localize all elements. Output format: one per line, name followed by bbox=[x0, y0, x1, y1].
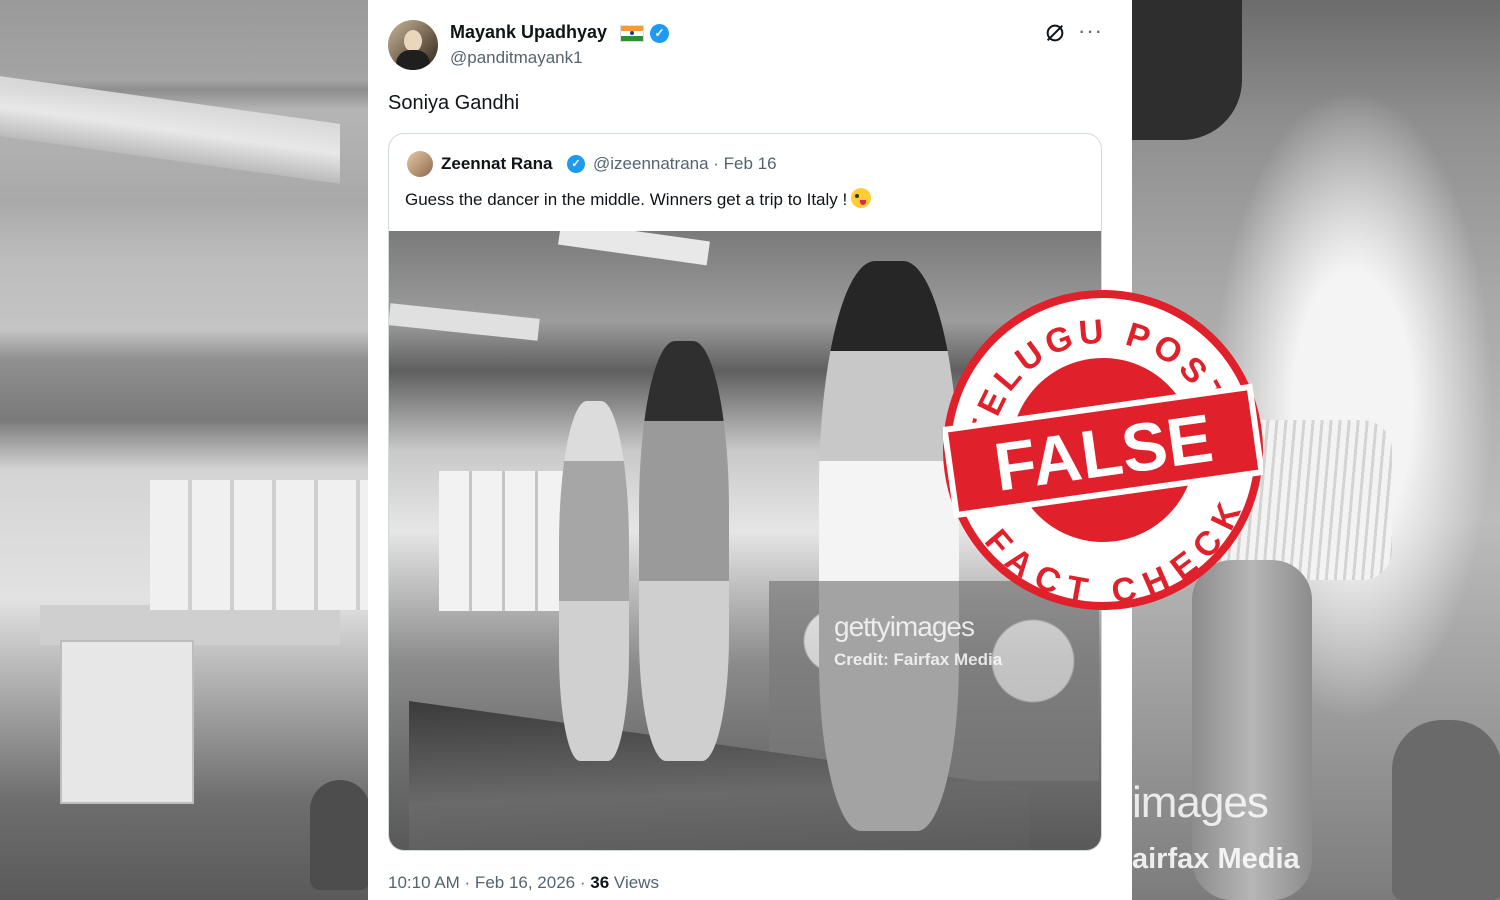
quoted-tweet-text: Guess the dancer in the middle. Winners … bbox=[405, 190, 848, 209]
views-label: Views bbox=[613, 873, 659, 892]
avatar-body bbox=[396, 50, 430, 70]
bar-sign-header bbox=[40, 605, 340, 645]
tweet-text: Soniya Gandhi bbox=[388, 92, 520, 114]
patron-figure bbox=[1392, 720, 1500, 900]
window bbox=[150, 480, 370, 610]
author-name[interactable]: Mayank Upadhyay bbox=[450, 22, 607, 43]
quoted-handle-date[interactable]: @izeennatrana · Feb 16 bbox=[593, 154, 777, 174]
more-icon[interactable]: ··· bbox=[1078, 18, 1103, 44]
dancer-hair bbox=[1132, 0, 1242, 140]
india-flag-icon bbox=[620, 25, 644, 42]
photo-credit: Credit: Fairfax Media bbox=[834, 650, 1003, 669]
wall-poster bbox=[60, 640, 194, 804]
ceiling-light bbox=[558, 231, 710, 266]
author-avatar[interactable] bbox=[388, 20, 438, 70]
photo-watermark: gettyimages bbox=[834, 611, 975, 642]
grok-icon[interactable] bbox=[1044, 22, 1066, 44]
quoted-author-avatar[interactable] bbox=[407, 151, 433, 177]
quoted-author-name[interactable]: Zeennat Rana bbox=[441, 154, 552, 174]
dancer-middle bbox=[639, 341, 729, 761]
ceiling-light bbox=[0, 76, 340, 184]
tweet-meta: 10:10 AM · Feb 16, 2026 · 36 Views bbox=[388, 873, 659, 893]
avatar-face bbox=[404, 30, 422, 52]
dancer-right bbox=[819, 261, 959, 831]
verified-badge-icon: ✓ bbox=[567, 155, 585, 173]
verified-badge-icon[interactable]: ✓ bbox=[650, 24, 669, 43]
zany-face-emoji bbox=[851, 188, 872, 208]
background-watermark-line2: airfax Media bbox=[1132, 843, 1300, 875]
author-handle[interactable]: @panditmayank1 bbox=[450, 48, 583, 68]
tweet-timestamp[interactable]: 10:10 AM · Feb 16, 2026 · bbox=[388, 873, 586, 892]
views-count: 36 bbox=[590, 873, 610, 892]
patron-figure bbox=[310, 780, 370, 890]
fact-check-stamp: TELUGU POST FACT CHECK FALSE bbox=[943, 290, 1263, 610]
background-watermark-line1: images bbox=[1132, 778, 1269, 827]
dancer-left bbox=[559, 401, 629, 761]
ceiling-light bbox=[389, 303, 540, 341]
quoted-tweet-text-row: Guess the dancer in the middle. Winners … bbox=[405, 188, 872, 210]
background-photo-left bbox=[0, 0, 370, 900]
